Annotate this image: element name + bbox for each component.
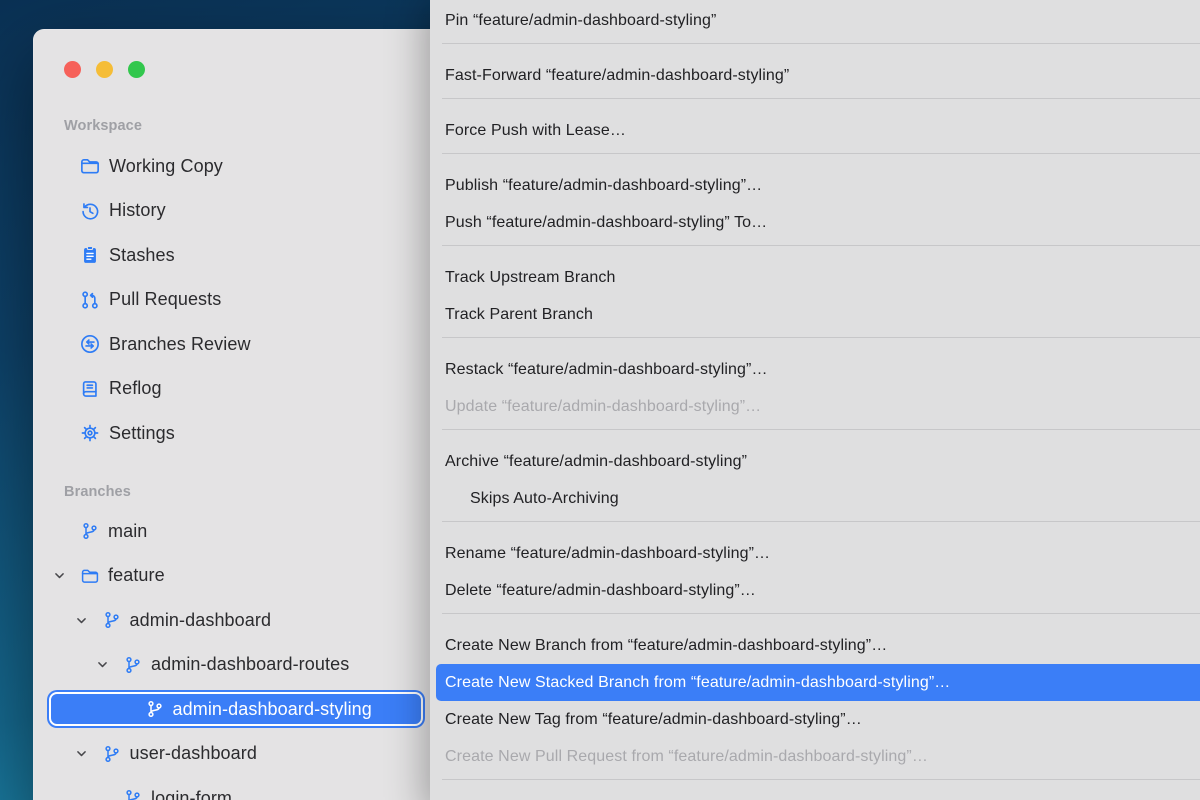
branch-row-main[interactable]: main (33, 509, 433, 554)
menu-item-label: Archive “feature/admin-dashboard-styling… (445, 453, 747, 471)
menu-item-label: Track Parent Branch (445, 306, 593, 324)
sidebar-item-branches-review[interactable]: Branches Review (33, 322, 433, 367)
workspace-section-label: Workspace (64, 116, 142, 136)
reflog-icon (79, 378, 101, 400)
workspace-item-list: Working Copy History Stashes Pull Requests B… (33, 144, 433, 456)
track-upstream-branch-item[interactable]: Track Upstream Branch (430, 259, 1200, 296)
menu-separator (442, 43, 1200, 44)
chevron-down-icon[interactable] (75, 613, 102, 627)
folder-icon (79, 155, 101, 177)
menu-item-label: Create New Tag from “feature/admin-dashb… (445, 711, 862, 729)
create-new-tag-item[interactable]: Create New Tag from “feature/admin-dashb… (430, 701, 1200, 738)
branch-icon (145, 699, 165, 719)
branch-icon (123, 655, 143, 675)
menu-item-label: Delete “feature/admin-dashboard-styling”… (445, 582, 756, 600)
sidebar-item-label: Settings (109, 423, 175, 444)
menu-separator (442, 521, 1200, 522)
branch-icon (102, 610, 122, 630)
clipboard-icon (79, 244, 101, 266)
branch-row-admin-dashboard[interactable]: admin-dashboard (33, 598, 433, 643)
menu-item-label: Restack “feature/admin-dashboard-styling… (445, 361, 768, 379)
pull-request-icon (79, 289, 101, 311)
sidebar-item-label: Branches Review (109, 334, 251, 355)
delete-branch-item[interactable]: Delete “feature/admin-dashboard-styling”… (430, 572, 1200, 609)
branch-context-menu: Pin “feature/admin-dashboard-styling” Fas… (430, 0, 1200, 800)
branch-label: admin-dashboard (130, 610, 272, 631)
sidebar-item-label: Reflog (109, 378, 162, 399)
create-new-stacked-branch-item[interactable]: Create New Stacked Branch from “feature/… (436, 664, 1200, 701)
sidebar-item-label: Working Copy (109, 156, 223, 177)
folder-icon (80, 566, 100, 586)
track-parent-branch-item[interactable]: Track Parent Branch (430, 296, 1200, 333)
menu-item-label: Pin “feature/admin-dashboard-styling” (445, 12, 716, 30)
chevron-down-icon[interactable] (96, 658, 123, 672)
fast-forward-branch-item[interactable]: Fast-Forward “feature/admin-dashboard-st… (430, 57, 1200, 94)
restack-branch-item[interactable]: Restack “feature/admin-dashboard-styling… (430, 351, 1200, 388)
sidebar-item-settings[interactable]: Settings (33, 411, 433, 456)
menu-item-label: Create New Pull Request from “feature/ad… (445, 748, 928, 766)
branch-row-user-dashboard[interactable]: user-dashboard (33, 732, 433, 777)
branch-label: feature (108, 565, 165, 586)
menu-item-label: Force Push with Lease… (445, 122, 626, 140)
sidebar-item-reflog[interactable]: Reflog (33, 367, 433, 412)
branch-row-admin-dashboard-routes[interactable]: admin-dashboard-routes (33, 643, 433, 688)
branch-icon (123, 788, 143, 800)
branch-icon (102, 744, 122, 764)
chevron-slot (53, 524, 80, 538)
menu-separator (442, 429, 1200, 430)
branch-row-admin-dashboard-styling[interactable]: admin-dashboard-styling (33, 687, 433, 732)
menu-item-label: Publish “feature/admin-dashboard-styling… (445, 177, 762, 195)
menu-separator (442, 613, 1200, 614)
chevron-down-icon[interactable] (53, 569, 80, 583)
sidebar-item-label: Stashes (109, 245, 175, 266)
skips-auto-archiving-item[interactable]: Skips Auto-Archiving (430, 480, 1200, 517)
gear-icon (79, 422, 101, 444)
sidebar-item-label: Pull Requests (109, 289, 221, 310)
sidebar-item-history[interactable]: History (33, 189, 433, 234)
menu-separator (442, 153, 1200, 154)
sidebar-item-stashes[interactable]: Stashes (33, 233, 433, 278)
menu-item-label: Rename “feature/admin-dashboard-styling”… (445, 545, 770, 563)
chevron-down-icon[interactable] (75, 747, 102, 761)
history-icon (79, 200, 101, 222)
menu-separator (442, 98, 1200, 99)
sidebar-item-pull-requests[interactable]: Pull Requests (33, 278, 433, 323)
menu-item-label: Push “feature/admin-dashboard-styling” T… (445, 214, 767, 232)
archive-branch-item[interactable]: Archive “feature/admin-dashboard-styling… (430, 443, 1200, 480)
branches-review-icon (79, 333, 101, 355)
menu-item-label: Fast-Forward “feature/admin-dashboard-st… (445, 67, 789, 85)
rename-branch-item[interactable]: Rename “feature/admin-dashboard-styling”… (430, 535, 1200, 572)
pin-branch-item[interactable]: Pin “feature/admin-dashboard-styling” (430, 2, 1200, 39)
menu-item-label: Update “feature/admin-dashboard-styling”… (445, 398, 761, 416)
branch-tree: main feature admin-dashboard admin-dashboar… (33, 509, 433, 800)
branches-section-label: Branches (64, 482, 131, 502)
menu-separator (442, 245, 1200, 246)
menu-item-label: Skips Auto-Archiving (470, 490, 619, 508)
branch-label: main (108, 521, 147, 542)
menu-item-label: Create New Branch from “feature/admin-da… (445, 637, 887, 655)
chevron-slot (118, 702, 145, 716)
menu-separator (442, 337, 1200, 338)
branch-row-login-form[interactable]: login-form (33, 776, 433, 800)
desktop-background: Workspace Working Copy History Stashes Pull… (0, 0, 1200, 800)
menu-item-label: Track Upstream Branch (445, 269, 615, 287)
branch-label: admin-dashboard-styling (173, 699, 372, 720)
branch-label: user-dashboard (130, 743, 257, 764)
menu-separator (442, 779, 1200, 780)
create-new-pull-request-item: Create New Pull Request from “feature/ad… (430, 738, 1200, 775)
create-new-branch-item[interactable]: Create New Branch from “feature/admin-da… (430, 627, 1200, 664)
chevron-slot (96, 791, 123, 800)
branch-icon (80, 521, 100, 541)
branch-label: admin-dashboard-routes (151, 654, 349, 675)
update-branch-item: Update “feature/admin-dashboard-styling”… (430, 388, 1200, 425)
sidebar-item-label: History (109, 200, 166, 221)
sidebar: Workspace Working Copy History Stashes Pull… (33, 29, 433, 800)
publish-branch-item[interactable]: Publish “feature/admin-dashboard-styling… (430, 167, 1200, 204)
sidebar-item-working-copy[interactable]: Working Copy (33, 144, 433, 189)
branch-row-feature[interactable]: feature (33, 554, 433, 599)
push-branch-to-item[interactable]: Push “feature/admin-dashboard-styling” T… (430, 204, 1200, 241)
branch-label: login-form (151, 788, 232, 800)
menu-item-label: Create New Stacked Branch from “feature/… (445, 674, 950, 692)
force-push-with-lease-item[interactable]: Force Push with Lease… (430, 112, 1200, 149)
